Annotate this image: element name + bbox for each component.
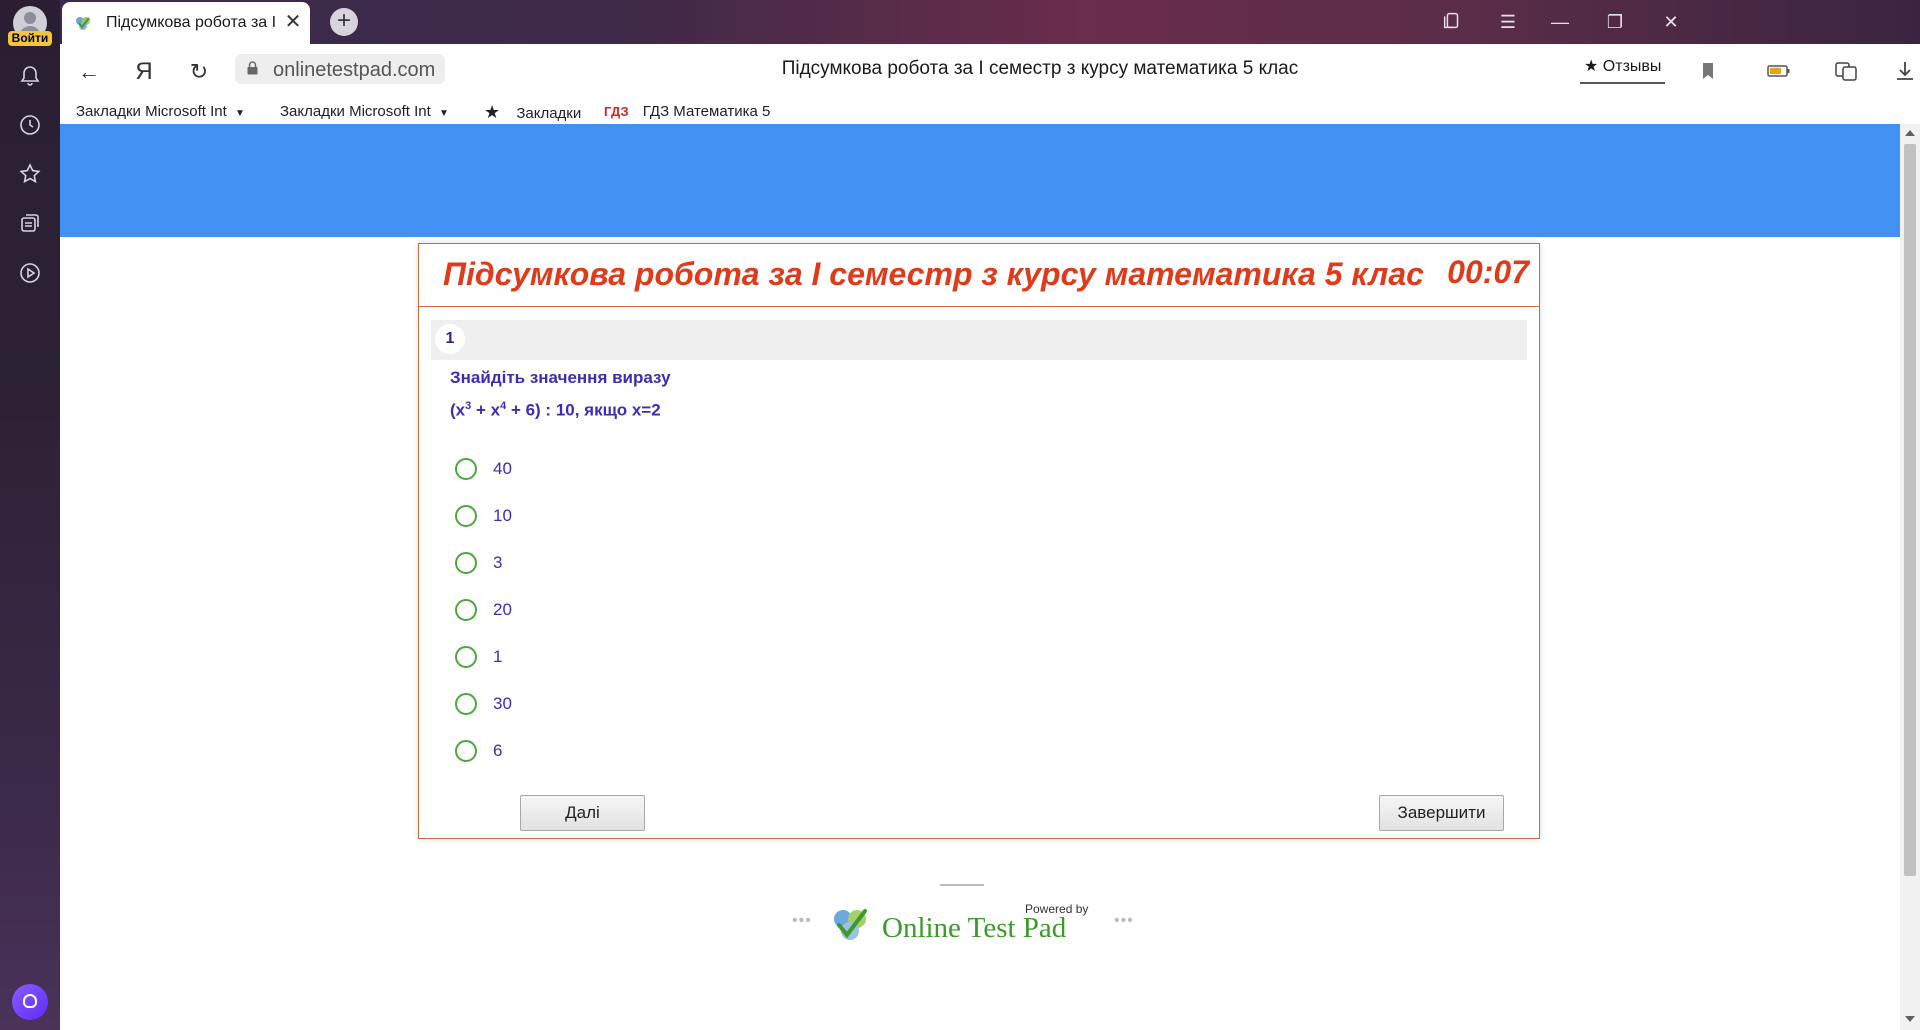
alice-assistant-icon[interactable] — [12, 984, 48, 1020]
online-test-pad-logo-icon — [834, 909, 867, 940]
next-button[interactable]: Далі — [520, 795, 645, 831]
radio-button[interactable] — [455, 646, 477, 668]
bookmark-folder-microsoft-1[interactable]: Закладки Microsoft Int ▼ — [76, 100, 245, 124]
brand-name[interactable]: Online Test Pad — [882, 912, 1066, 945]
answer-label: 1 — [493, 647, 503, 666]
test-header: Підсумкова робота за І семестр з курсу м… — [419, 244, 1539, 307]
radio-button[interactable] — [455, 552, 477, 574]
expression-part: (x — [450, 400, 466, 420]
onlinetestpad-favicon-icon — [76, 17, 90, 30]
question-number: 1 — [435, 324, 465, 354]
answer-label: 20 — [493, 600, 512, 619]
minimize-icon[interactable]: — — [1548, 10, 1572, 34]
star-icon[interactable] — [18, 162, 42, 186]
answer-label: 40 — [493, 459, 512, 478]
question-expression: (x3 + x4 + 6) : 10, якщо x=2 — [450, 400, 661, 421]
answer-label: 30 — [493, 694, 512, 713]
question-text: Знайдіть значення виразу — [450, 368, 671, 387]
gdz-icon: ГДЗ — [604, 104, 629, 119]
reload-icon[interactable]: ↻ — [185, 58, 213, 86]
question-number-bar: 1 — [431, 320, 1527, 360]
restore-icon[interactable]: ❐ — [1603, 10, 1627, 34]
finish-button[interactable]: Завершити — [1379, 795, 1504, 831]
bookmarks-bar: Закладки Microsoft Int ▼ Закладки Micros… — [60, 100, 1920, 124]
chevron-down-icon: ▼ — [234, 108, 245, 119]
scroll-up-icon[interactable] — [1905, 130, 1915, 136]
bookmark-icon[interactable] — [1695, 58, 1721, 84]
chevron-down-icon: ▼ — [438, 108, 449, 119]
reviews-button[interactable]: ★ Отзывы — [1580, 54, 1666, 84]
tab-title: Підсумкова робота за І — [106, 14, 276, 31]
answer-label: 3 — [493, 553, 503, 572]
bookmark-folder-microsoft-2[interactable]: Закладки Microsoft Int ▼ — [280, 100, 449, 124]
back-arrow-icon[interactable]: ← — [75, 58, 103, 86]
bookmark-label: Закладки Microsoft Int — [76, 103, 227, 120]
bell-icon[interactable] — [18, 64, 42, 88]
download-icon[interactable] — [1892, 58, 1918, 84]
test-card: Підсумкова робота за І семестр з курсу м… — [418, 243, 1540, 839]
lock-icon — [247, 61, 258, 75]
url-field[interactable]: onlinetestpad.com — [235, 54, 445, 84]
radio-button[interactable] — [455, 740, 477, 762]
yandex-icon[interactable]: Я — [130, 58, 158, 86]
radio-button[interactable] — [455, 599, 477, 621]
login-button[interactable]: Войти — [8, 31, 52, 46]
header-banner — [60, 124, 1900, 237]
timer: 00:07 — [1447, 254, 1529, 290]
answer-label: 10 — [493, 506, 512, 525]
url-text: onlinetestpad.com — [273, 59, 436, 81]
radio-button[interactable] — [455, 693, 477, 715]
browser-sidebar: Войти — [0, 0, 60, 1030]
vertical-scrollbar[interactable] — [1900, 124, 1920, 1030]
browser-titlebar: Підсумкова робота за І ✕ + ☰ — ❐ ✕ — [60, 0, 1920, 44]
bookmark-label: ГДЗ Математика 5 — [642, 103, 771, 120]
page-title: Підсумкова робота за І семестр з курсу м… — [781, 58, 1299, 79]
new-tab-button[interactable]: + — [330, 8, 358, 36]
history-icon[interactable] — [18, 113, 42, 137]
expression-part: + x — [471, 400, 501, 420]
collections-icon[interactable] — [18, 211, 42, 235]
expression-part: + 6) : 10, якщо x=2 — [506, 400, 661, 420]
battery-icon[interactable] — [1766, 58, 1792, 84]
answer-label: 6 — [493, 741, 503, 760]
star-filled-icon: ★ — [484, 102, 501, 122]
test-title: Підсумкова робота за І семестр з курсу м… — [443, 256, 1424, 292]
decor-dots: ••• — [1114, 912, 1134, 929]
close-window-icon[interactable]: ✕ — [1659, 10, 1683, 34]
play-icon[interactable] — [18, 261, 42, 285]
translate-icon[interactable] — [1833, 58, 1859, 84]
scroll-thumb[interactable] — [1904, 144, 1916, 876]
footer-divider — [940, 884, 984, 886]
address-bar: ← Я ↻ onlinetestpad.com Підсумкова робот… — [60, 44, 1920, 100]
bookmark-label: Закладки — [516, 105, 582, 122]
tab-manager-icon[interactable] — [1440, 10, 1464, 34]
bookmark-gdz[interactable]: ГДЗ ГДЗ Математика 5 — [604, 100, 770, 124]
bookmark-label: Закладки Microsoft Int — [280, 103, 431, 120]
bookmark-star-folder[interactable]: ★ Закладки — [484, 100, 581, 124]
active-tab[interactable]: Підсумкова робота за І ✕ — [62, 2, 310, 44]
radio-button[interactable] — [455, 458, 477, 480]
decor-dots: ••• — [792, 912, 812, 929]
tab-close-icon[interactable]: ✕ — [284, 12, 302, 32]
scroll-down-icon[interactable] — [1905, 1016, 1915, 1022]
menu-icon[interactable]: ☰ — [1496, 10, 1520, 34]
radio-button[interactable] — [455, 505, 477, 527]
